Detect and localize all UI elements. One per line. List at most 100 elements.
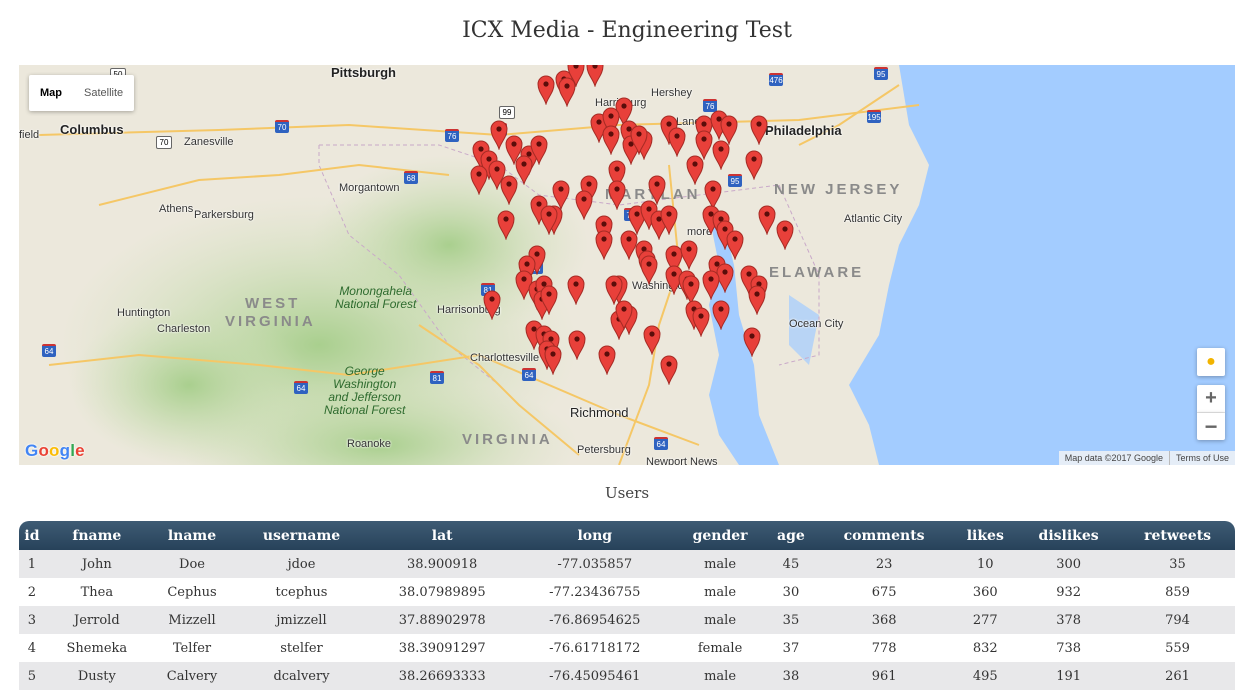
map-marker[interactable] [558, 77, 576, 108]
map-marker[interactable] [640, 255, 658, 286]
cell-dislikes: 300 [1017, 550, 1121, 578]
label-ocean-city: Ocean City [789, 318, 844, 330]
cell-id: 5 [19, 662, 45, 690]
map-type-satellite-button[interactable]: Satellite [73, 75, 134, 111]
map-marker[interactable] [668, 127, 686, 158]
map-marker[interactable] [500, 175, 518, 206]
cell-gender: male [672, 550, 768, 578]
table-row[interactable]: 1 John Doe jdoe 38.900918 -77.035857 male 45 23 1… [19, 550, 1235, 578]
table-row[interactable]: 5 Dusty Calvery dcalvery 38.26693333 -76.4509… [19, 662, 1235, 690]
cell-id: 3 [19, 606, 45, 634]
column-header-username[interactable]: username [235, 521, 368, 550]
map-marker[interactable] [660, 355, 678, 386]
map-marker[interactable] [686, 155, 704, 186]
column-header-id[interactable]: id [19, 521, 45, 550]
map-marker[interactable] [643, 325, 661, 356]
table-body: 1 John Doe jdoe 38.900918 -77.035857 male 45 23 1… [19, 550, 1235, 690]
map-marker[interactable] [608, 180, 626, 211]
zoom-out-button[interactable]: − [1197, 413, 1225, 440]
map-marker[interactable] [595, 230, 613, 261]
shield-us70: 70 [156, 136, 172, 149]
label-state-west-1: WEST [245, 295, 301, 312]
cell-age: 45 [767, 550, 815, 578]
map-marker[interactable] [758, 205, 776, 236]
map-marker[interactable] [568, 330, 586, 361]
cell-username: tcephus [235, 578, 368, 606]
map-marker[interactable] [483, 290, 501, 321]
map-marker[interactable] [702, 270, 720, 301]
label-pittsburgh: Pittsburgh [331, 65, 396, 80]
google-logo[interactable]: Google [25, 441, 85, 461]
label-state-delaware: ELAWARE [769, 264, 865, 281]
cell-fname: Thea [44, 578, 149, 606]
map-marker[interactable] [692, 307, 710, 338]
cell-likes: 10 [953, 550, 1018, 578]
cell-dislikes: 378 [1017, 606, 1121, 634]
label-richmond: Richmond [570, 405, 629, 420]
map-marker[interactable] [712, 300, 730, 331]
map-marker[interactable] [575, 190, 593, 221]
map-marker[interactable] [712, 140, 730, 171]
shield-i64c: 64 [522, 368, 536, 381]
cell-comments: 368 [814, 606, 954, 634]
cell-age: 35 [767, 606, 815, 634]
cell-id: 4 [19, 634, 45, 662]
column-header-gender[interactable]: gender [672, 521, 768, 550]
map-marker[interactable] [567, 275, 585, 306]
cell-long: -76.86954625 [516, 606, 673, 634]
label-george-washington: George Washington and Jefferson National… [324, 364, 406, 417]
cell-likes: 495 [953, 662, 1018, 690]
zoom-in-button[interactable]: + [1197, 385, 1225, 413]
map-marker[interactable] [726, 230, 744, 261]
shield-i95: 95 [728, 174, 742, 187]
pegman-icon[interactable]: ● [1197, 348, 1225, 376]
terms-of-use-link[interactable]: Terms of Use [1168, 451, 1235, 465]
column-header-fname[interactable]: fname [44, 521, 149, 550]
map-marker[interactable] [537, 75, 555, 106]
column-header-lat[interactable]: lat [367, 521, 517, 550]
map-marker[interactable] [745, 150, 763, 181]
cell-fname: Dusty [44, 662, 149, 690]
column-header-retweets[interactable]: retweets [1120, 521, 1235, 550]
map-marker[interactable] [602, 125, 620, 156]
map-marker[interactable] [743, 327, 761, 358]
cell-lname: Telfer [148, 634, 236, 662]
cell-retweets: 794 [1120, 606, 1235, 634]
map-marker[interactable] [470, 165, 488, 196]
column-header-dislikes[interactable]: dislikes [1017, 521, 1121, 550]
cell-id: 2 [19, 578, 45, 606]
map-marker[interactable] [544, 345, 562, 376]
cell-gender: male [672, 662, 768, 690]
table-row[interactable]: 4 Shemeka Telfer stelfer 38.39091297 -76.6171… [19, 634, 1235, 662]
map-marker[interactable] [750, 115, 768, 146]
cell-username: stelfer [235, 634, 368, 662]
map-marker[interactable] [630, 125, 648, 156]
map-marker[interactable] [598, 345, 616, 376]
table-row[interactable]: 2 Thea Cephus tcephus 38.07989895 -77.2343675… [19, 578, 1235, 606]
label-huntington: Huntington [117, 307, 171, 319]
column-header-likes[interactable]: likes [953, 521, 1018, 550]
column-header-long[interactable]: long [516, 521, 673, 550]
cell-likes: 360 [953, 578, 1018, 606]
cell-age: 38 [767, 662, 815, 690]
map-marker[interactable] [660, 205, 678, 236]
shield-i70: 70 [275, 120, 289, 133]
map-marker[interactable] [497, 210, 515, 241]
map-marker[interactable] [540, 285, 558, 316]
label-columbus: Columbus [60, 122, 124, 137]
map-marker[interactable] [540, 205, 558, 236]
column-header-lname[interactable]: lname [148, 521, 236, 550]
table-header-row: id fname lname username lat long gender age comm… [19, 521, 1235, 550]
map-marker[interactable] [776, 220, 794, 251]
map-data-credit[interactable]: Map data ©2017 Google [1059, 451, 1169, 465]
map-marker[interactable] [586, 65, 604, 88]
map-marker[interactable] [748, 285, 766, 316]
column-header-age[interactable]: age [767, 521, 815, 550]
map-marker[interactable] [615, 300, 633, 331]
map[interactable]: Pittsburgh Columbus Zanesville field Mor… [19, 65, 1235, 465]
column-header-comments[interactable]: comments [814, 521, 954, 550]
label-philadelphia: Philadelphia [765, 123, 842, 138]
map-type-map-button[interactable]: Map [29, 75, 73, 111]
shield-i64d: 64 [654, 437, 668, 450]
table-row[interactable]: 3 Jerrold Mizzell jmizzell 37.88902978 -76.86… [19, 606, 1235, 634]
